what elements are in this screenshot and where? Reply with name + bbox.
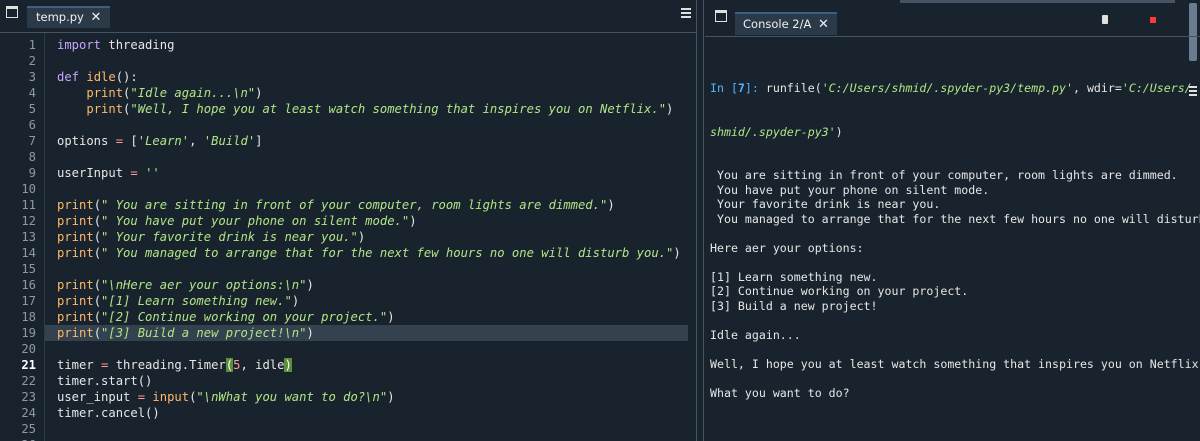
- line-number: 4: [28, 86, 36, 100]
- console-input-line-cont: shmid/.spyder-py3'): [710, 124, 843, 139]
- console-output-line: [2] Continue working on your project.: [710, 284, 969, 298]
- code-line: print("[3] Build a new project!\n"): [57, 326, 314, 340]
- pane-splitter[interactable]: [696, 0, 704, 441]
- line-number: 24: [21, 406, 36, 420]
- console-input-line: In [7]: runfile('C:/Users/shmid/.spyder-…: [710, 81, 1192, 95]
- line-number: 25: [21, 422, 36, 436]
- console-pane: Console 2/A ✕ In [7]: runfile('C:/Users/…: [705, 0, 1200, 441]
- code-line: timer.start(): [57, 374, 153, 388]
- line-number: 17: [21, 294, 36, 308]
- code-line: print("[1] Learn something new."): [57, 294, 300, 308]
- console-output-line: Your favorite drink is near you.: [710, 197, 941, 211]
- close-icon[interactable]: ✕: [818, 17, 829, 32]
- line-number: 3: [28, 70, 36, 84]
- ipython-console[interactable]: In [7]: runfile('C:/Users/shmid/.spyder-…: [705, 36, 1200, 441]
- code-line: user_input = input("\nWhat you want to d…: [57, 390, 395, 404]
- console-output-line: [3] Build a new project!: [710, 298, 878, 313]
- line-number: 7: [28, 134, 36, 148]
- code-line: print(" Your favorite drink is near you.…: [57, 230, 366, 244]
- console-output-line: What you want to do?: [710, 385, 850, 400]
- line-number: 1: [28, 38, 36, 52]
- console-output-line: Here aer your options:: [710, 240, 864, 255]
- line-number: 15: [21, 262, 36, 276]
- line-number: 12: [21, 214, 36, 228]
- code-line: userInput = '': [57, 166, 160, 180]
- line-number: 8: [28, 150, 36, 164]
- line-number: 14: [21, 246, 36, 260]
- console-output: In [7]: runfile('C:/Users/shmid/.spyder-…: [710, 52, 1200, 400]
- console-output-line: [1] Learn something new.: [710, 269, 878, 284]
- gutter-divider: [44, 33, 45, 441]
- line-number: 20: [21, 342, 36, 356]
- code-line-current: timer = threading.Timer(5, idle): [57, 358, 292, 372]
- tab-console[interactable]: Console 2/A ✕: [735, 12, 837, 35]
- line-number: 26: [0, 437, 36, 441]
- line-number: 19: [21, 326, 36, 340]
- code-line: print(" You have put your phone on silen…: [57, 214, 417, 228]
- console-tabbar: Console 2/A ✕: [705, 0, 1200, 96]
- console-output-line: You are sitting in front of your compute…: [710, 168, 1178, 182]
- console-output-line: Idle again...: [710, 327, 801, 342]
- code-line: print("\nHere aer your options:\n"): [57, 278, 314, 292]
- line-number: 23: [21, 390, 36, 404]
- code-line: import threading: [57, 38, 175, 52]
- eraser-icon[interactable]: [1102, 15, 1108, 24]
- console-tab-title: Console 2/A: [743, 17, 812, 31]
- stop-icon[interactable]: [1150, 17, 1156, 23]
- code-line: print("[2] Continue working on your proj…: [57, 310, 395, 324]
- line-number: 2: [28, 54, 36, 68]
- toolbar-strip: [900, 0, 1175, 3]
- close-icon[interactable]: ✕: [91, 10, 102, 25]
- line-number: 13: [21, 230, 36, 244]
- code-area[interactable]: import threading def idle(): print("Idle…: [57, 33, 696, 441]
- console-output-line: You have put your phone on silent mode.: [710, 182, 990, 197]
- editor-pane: temp.py ✕ 1 2 3 4 5 6 7 8 9 10 11 12 13 14 15 16 17 18 19 2…: [0, 0, 696, 441]
- tab-title: temp.py: [36, 10, 84, 24]
- line-number-gutter: 1 2 3 4 5 6 7 8 9 10 11 12 13 14 15 16 17 18 19 20 21 22 23 24 2…: [0, 33, 44, 441]
- code-line: def idle():: [57, 70, 138, 84]
- line-number: 5: [28, 102, 36, 116]
- window-icon[interactable]: [715, 10, 727, 22]
- line-number: 10: [21, 182, 36, 196]
- code-line: options = ['Learn', 'Build']: [57, 134, 263, 148]
- tab-temp-py[interactable]: temp.py ✕: [27, 6, 111, 28]
- line-number: 11: [21, 198, 36, 212]
- line-number: 22: [21, 374, 36, 388]
- code-line: timer.cancel(): [57, 406, 160, 420]
- code-line: print("Idle again...\n"): [86, 86, 263, 100]
- editor-scrollbar[interactable]: [688, 33, 696, 441]
- line-number: 18: [21, 310, 36, 324]
- code-editor[interactable]: 1 2 3 4 5 6 7 8 9 10 11 12 13 14 15 16 17 18 19 20 21 22 23 24 2…: [0, 32, 696, 441]
- window-icon[interactable]: [6, 6, 18, 18]
- code-line: print("Well, I hope you at least watch s…: [86, 102, 674, 116]
- line-number: 9: [28, 166, 36, 180]
- console-output-line: Well, I hope you at least watch somethin…: [710, 356, 1200, 371]
- line-number: 16: [21, 278, 36, 292]
- code-line: print(" You managed to arrange that for …: [57, 246, 681, 260]
- code-line: print(" You are sitting in front of your…: [57, 198, 615, 212]
- editor-tabbar: temp.py ✕: [0, 0, 696, 32]
- hamburger-menu-icon[interactable]: [681, 8, 691, 18]
- line-number: 6: [28, 118, 36, 132]
- line-number: 21: [21, 358, 36, 372]
- console-output-line: You managed to arrange that for the next…: [710, 211, 1200, 226]
